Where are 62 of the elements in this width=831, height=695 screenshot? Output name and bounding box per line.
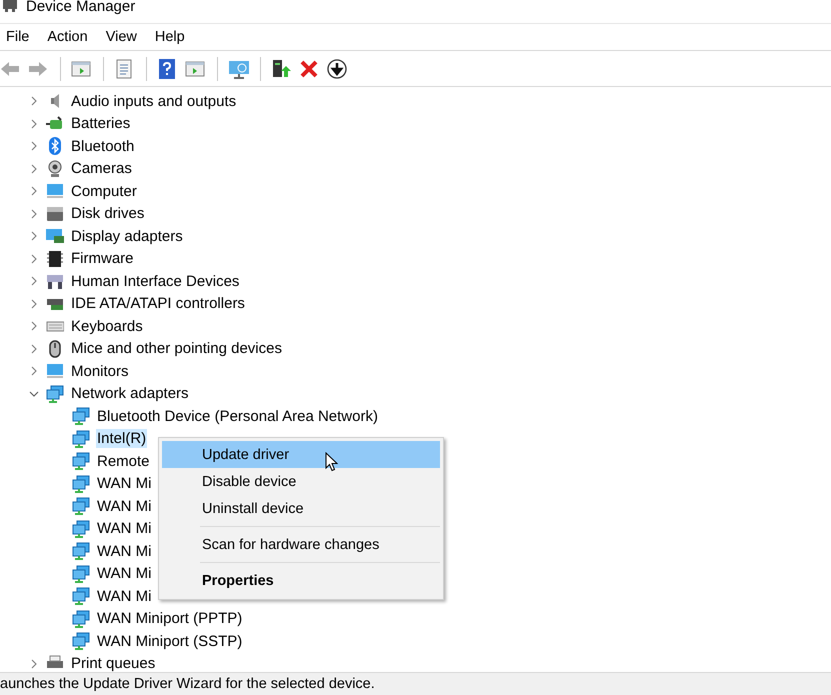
menu-item[interactable]: Update driver xyxy=(162,441,440,468)
monitor-icon xyxy=(46,362,64,380)
webcam-icon xyxy=(46,160,64,178)
network-icon xyxy=(72,497,90,516)
tree-item[interactable]: Cameras xyxy=(70,159,133,178)
menu-item[interactable]: Disable device xyxy=(162,468,440,495)
menu-item[interactable]: Properties xyxy=(162,567,440,594)
disk-drive-icon xyxy=(46,204,64,223)
tree-item[interactable]: Intel(R) xyxy=(96,429,148,448)
device-arrow-icon[interactable] xyxy=(271,58,293,78)
menu-item[interactable]: Uninstall device xyxy=(162,495,440,522)
tree-item[interactable]: WAN Miniport (PPTP) xyxy=(96,609,244,628)
network-icon xyxy=(72,520,90,538)
menu-item[interactable]: File xyxy=(0,29,36,45)
tree-item[interactable]: Human Interface Devices xyxy=(70,272,240,291)
app-icon xyxy=(2,0,18,12)
network-icon xyxy=(46,384,64,403)
tree-item[interactable]: Batteries xyxy=(70,114,132,134)
network-icon xyxy=(72,587,90,606)
network-icon xyxy=(72,452,90,470)
mouse-pointer-icon xyxy=(325,452,338,472)
tree-item[interactable]: Remote xyxy=(96,452,151,471)
display-adapter-icon xyxy=(46,227,64,246)
tree-item[interactable]: Bluetooth Device (Personal Area Network) xyxy=(96,406,379,426)
tree-item[interactable]: Monitors xyxy=(70,362,130,381)
network-icon xyxy=(72,632,90,650)
tree-item[interactable]: Display adapters xyxy=(70,226,184,246)
chip-icon xyxy=(46,250,64,268)
network-icon xyxy=(72,407,90,426)
network-icon xyxy=(72,610,90,628)
window-title: Device Manager xyxy=(26,0,136,13)
window-pane-icon[interactable] xyxy=(185,58,207,78)
tree-item[interactable]: Bluetooth xyxy=(70,136,136,156)
status-text: aunches the Update Driver Wizard for the selected device. xyxy=(0,676,375,692)
tree-item[interactable]: Firmware xyxy=(70,249,134,268)
tree-item[interactable]: IDE ATA/ATAPI controllers xyxy=(70,294,246,314)
tree-item[interactable]: Audio inputs and outputs xyxy=(70,92,238,111)
tree-item[interactable]: WAN Miniport (SSTP) xyxy=(96,632,244,651)
menu-item[interactable]: Help xyxy=(148,29,192,45)
tree-item[interactable]: Disk drives xyxy=(70,204,146,224)
monitor-icon[interactable] xyxy=(228,58,250,78)
network-icon xyxy=(72,430,90,448)
tree-item[interactable]: Network adapters xyxy=(70,384,190,404)
menu-item[interactable]: View xyxy=(100,29,144,45)
tree-item[interactable]: WAN Mi xyxy=(96,542,152,561)
tree-item[interactable]: WAN Mi xyxy=(96,586,152,606)
tree-item[interactable]: WAN Mi xyxy=(96,474,152,494)
network-icon xyxy=(72,542,90,560)
tree-item[interactable]: WAN Mi xyxy=(96,564,152,584)
bluetooth-icon xyxy=(46,137,64,156)
menu-item[interactable]: Scan for hardware changes xyxy=(162,531,440,558)
network-icon xyxy=(72,474,90,493)
tree-item[interactable]: WAN Mi xyxy=(96,519,152,538)
tree-item[interactable]: Mice and other pointing devices xyxy=(70,339,283,358)
monitor-icon xyxy=(46,182,64,200)
tree-item[interactable]: Print queues xyxy=(70,654,156,672)
network-icon xyxy=(72,564,90,583)
window-pane-icon[interactable] xyxy=(71,58,93,78)
menu-item[interactable]: Action xyxy=(41,29,95,45)
tree-item[interactable]: Computer xyxy=(70,182,138,201)
tree-item[interactable]: Keyboards xyxy=(70,316,144,336)
tree-item[interactable]: WAN Mi xyxy=(96,496,152,516)
